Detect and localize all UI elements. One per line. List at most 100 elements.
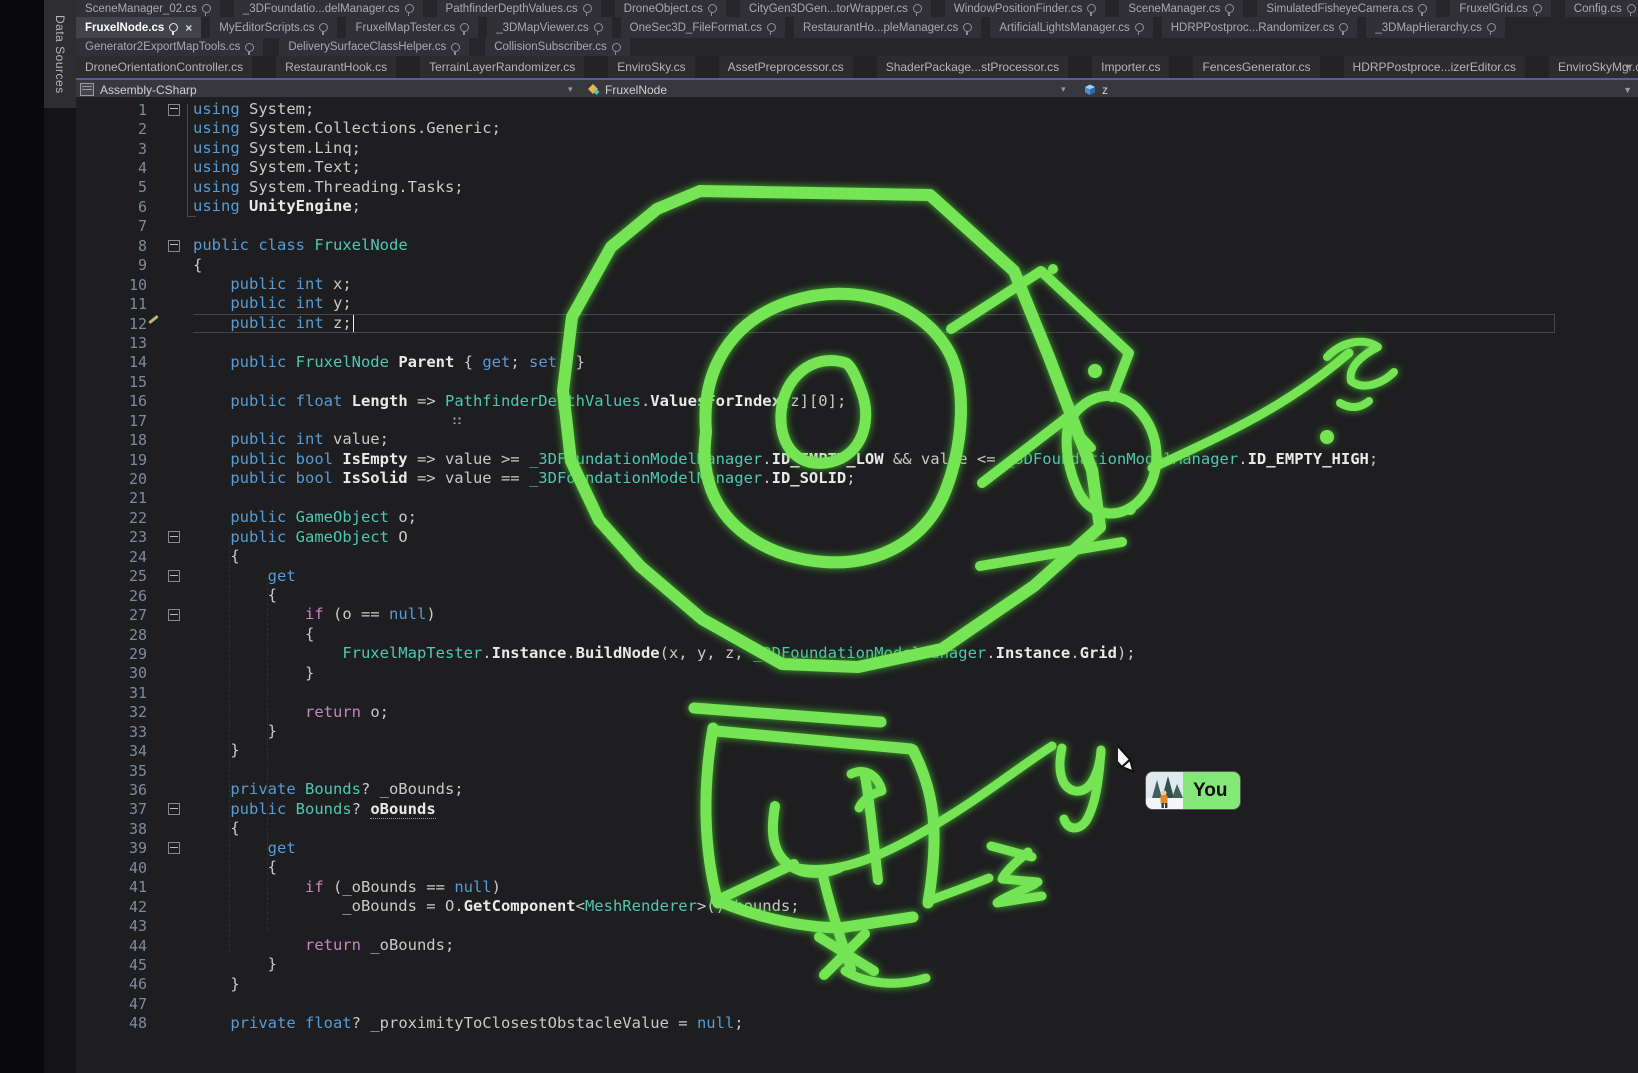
fold-toggle[interactable] xyxy=(168,570,180,582)
pin-icon[interactable] xyxy=(1487,23,1496,32)
document-tab[interactable]: ShaderPackage...stProcessor.cs xyxy=(877,56,1068,78)
pin-icon[interactable] xyxy=(451,43,460,52)
document-tab[interactable]: _3DMapViewer.cs xyxy=(487,17,611,38)
document-tab[interactable]: FruxelMapTester.cs xyxy=(346,17,478,38)
code-text[interactable]: FruxelMapTester.Instance.BuildNode(x, y,… xyxy=(193,644,1136,663)
document-tab[interactable]: SceneManager.cs xyxy=(1119,0,1243,17)
code-text[interactable]: using System.Linq; xyxy=(193,139,361,158)
sidebar-item-data-sources[interactable]: Data Sources xyxy=(44,0,76,108)
document-tab[interactable]: FencesGenerator.cs xyxy=(1193,56,1319,78)
document-tab[interactable]: DroneObject.cs xyxy=(615,0,726,17)
document-tab[interactable]: SimulatedFisheyeCamera.cs xyxy=(1257,0,1436,17)
code-text[interactable]: } xyxy=(193,722,277,741)
pin-icon[interactable] xyxy=(1627,4,1636,13)
pin-icon[interactable] xyxy=(1087,4,1096,13)
code-text[interactable]: public int y; xyxy=(193,294,352,313)
document-tab[interactable]: MyEditorScripts.cs xyxy=(210,17,337,38)
document-tab[interactable]: Importer.cs xyxy=(1092,56,1169,78)
document-tab[interactable]: HDRPPostproc...Randomizer.cs xyxy=(1162,17,1358,38)
document-tab[interactable]: RestaurantHook.cs xyxy=(276,56,396,78)
breadcrumb-type[interactable]: FruxelNode xyxy=(586,83,667,97)
pin-icon[interactable] xyxy=(460,23,469,32)
code-text[interactable]: } xyxy=(193,741,240,760)
fold-toggle[interactable] xyxy=(168,104,180,116)
pin-icon[interactable] xyxy=(612,43,621,52)
code-text[interactable]: get xyxy=(193,567,296,586)
document-tab[interactable]: DroneOrientationController.cs xyxy=(76,56,252,78)
pin-icon[interactable] xyxy=(169,23,178,32)
document-tab[interactable]: HDRPPostproce...izerEditor.cs xyxy=(1344,56,1525,78)
code-text[interactable]: using System.Text; xyxy=(193,158,361,177)
code-text[interactable]: public int z; xyxy=(193,314,354,333)
code-text[interactable]: using UnityEngine; xyxy=(193,197,361,216)
document-tab[interactable]: EnviroSky.cs xyxy=(608,56,694,78)
code-text[interactable]: if (_oBounds == null) xyxy=(193,878,501,897)
pin-icon[interactable] xyxy=(913,4,922,13)
document-tab[interactable]: _3DFoundatio...delManager.cs xyxy=(234,0,423,17)
pin-icon[interactable] xyxy=(1135,23,1144,32)
code-text[interactable]: return _oBounds; xyxy=(193,936,454,955)
document-tab[interactable]: SceneManager_02.cs xyxy=(76,0,220,17)
chevron-down-icon[interactable]: ▾ xyxy=(568,84,573,95)
document-tab[interactable]: AssetPreprocessor.cs xyxy=(719,56,853,78)
code-text[interactable]: public GameObject o; xyxy=(193,508,417,527)
pin-icon[interactable] xyxy=(245,43,254,52)
code-text[interactable]: using System.Collections.Generic; xyxy=(193,119,501,138)
pin-icon[interactable] xyxy=(202,4,211,13)
code-text[interactable]: private Bounds? _oBounds; xyxy=(193,780,464,799)
document-tab[interactable]: FruxelNode.cs× xyxy=(76,17,201,38)
code-text[interactable]: public int x; xyxy=(193,275,352,294)
code-text[interactable]: public class FruxelNode xyxy=(193,236,408,255)
document-tab[interactable]: _3DMapHierarchy.cs xyxy=(1366,17,1505,38)
code-text[interactable]: public bool IsEmpty => value >= _3DFound… xyxy=(193,450,1378,469)
code-editor[interactable]: 1using System;2using System.Collections.… xyxy=(76,97,1638,1073)
pin-icon[interactable] xyxy=(319,23,328,32)
document-tab[interactable]: WindowPositionFinder.cs xyxy=(945,0,1105,17)
document-tab[interactable]: Generator2ExportMapTools.cs xyxy=(76,38,263,56)
pin-icon[interactable] xyxy=(405,4,414,13)
breadcrumb-member[interactable]: z xyxy=(1082,83,1108,97)
code-text[interactable]: } xyxy=(193,955,277,974)
document-tab[interactable]: CollisionSubscriber.cs xyxy=(485,38,630,56)
fold-toggle[interactable] xyxy=(168,803,180,815)
code-text[interactable]: } xyxy=(193,975,240,994)
fold-toggle[interactable] xyxy=(168,531,180,543)
fold-toggle[interactable] xyxy=(168,842,180,854)
pin-icon[interactable] xyxy=(1418,4,1427,13)
document-tab[interactable]: DeliverySurfaceClassHelper.cs xyxy=(279,38,469,56)
pin-icon[interactable] xyxy=(1225,4,1234,13)
document-tab[interactable]: OneSec3D_FileFormat.cs xyxy=(621,17,785,38)
document-tab[interactable]: Config.cs xyxy=(1565,0,1638,17)
chevron-down-icon[interactable]: ▾ xyxy=(1061,84,1066,95)
close-icon[interactable]: × xyxy=(185,22,192,34)
fold-toggle[interactable] xyxy=(168,240,180,252)
pin-icon[interactable] xyxy=(1339,23,1348,32)
code-text[interactable]: { xyxy=(193,819,240,838)
code-text[interactable]: { xyxy=(193,625,314,644)
code-text[interactable]: { xyxy=(193,256,202,275)
code-text[interactable]: get xyxy=(193,839,296,858)
code-text[interactable]: { xyxy=(193,586,277,605)
breadcrumb-overflow-icon[interactable]: ▼ xyxy=(1623,85,1632,95)
code-text[interactable]: private float? _proximityToClosestObstac… xyxy=(193,1014,744,1033)
fold-toggle[interactable] xyxy=(168,609,180,621)
code-text[interactable]: public FruxelNode Parent { get; set; } xyxy=(193,353,585,372)
pin-icon[interactable] xyxy=(583,4,592,13)
document-tab[interactable]: RestaurantHo...pleManager.cs xyxy=(794,17,981,38)
code-text[interactable]: _oBounds = O.GetComponent<MeshRenderer>(… xyxy=(193,897,800,916)
tab-overflow-icon[interactable]: ▼ xyxy=(1623,62,1632,72)
document-tab[interactable]: CityGen3DGen...torWrapper.cs xyxy=(740,0,931,17)
code-text[interactable]: using System; xyxy=(193,100,314,119)
pin-icon[interactable] xyxy=(767,23,776,32)
pin-icon[interactable] xyxy=(963,23,972,32)
code-text[interactable]: { xyxy=(193,858,277,877)
document-tab[interactable]: FruxelGrid.cs xyxy=(1450,0,1550,17)
code-text[interactable]: public GameObject O xyxy=(193,528,408,547)
document-tab[interactable]: ArtificialLightsManager.cs xyxy=(990,17,1152,38)
code-text[interactable]: public int value; xyxy=(193,430,389,449)
document-tab[interactable]: PathfinderDepthValues.cs xyxy=(437,0,601,17)
pin-icon[interactable] xyxy=(594,23,603,32)
code-text[interactable]: return o; xyxy=(193,703,389,722)
code-text[interactable]: } xyxy=(193,664,314,683)
breadcrumb-project[interactable]: Assembly-CSharp xyxy=(100,83,197,97)
